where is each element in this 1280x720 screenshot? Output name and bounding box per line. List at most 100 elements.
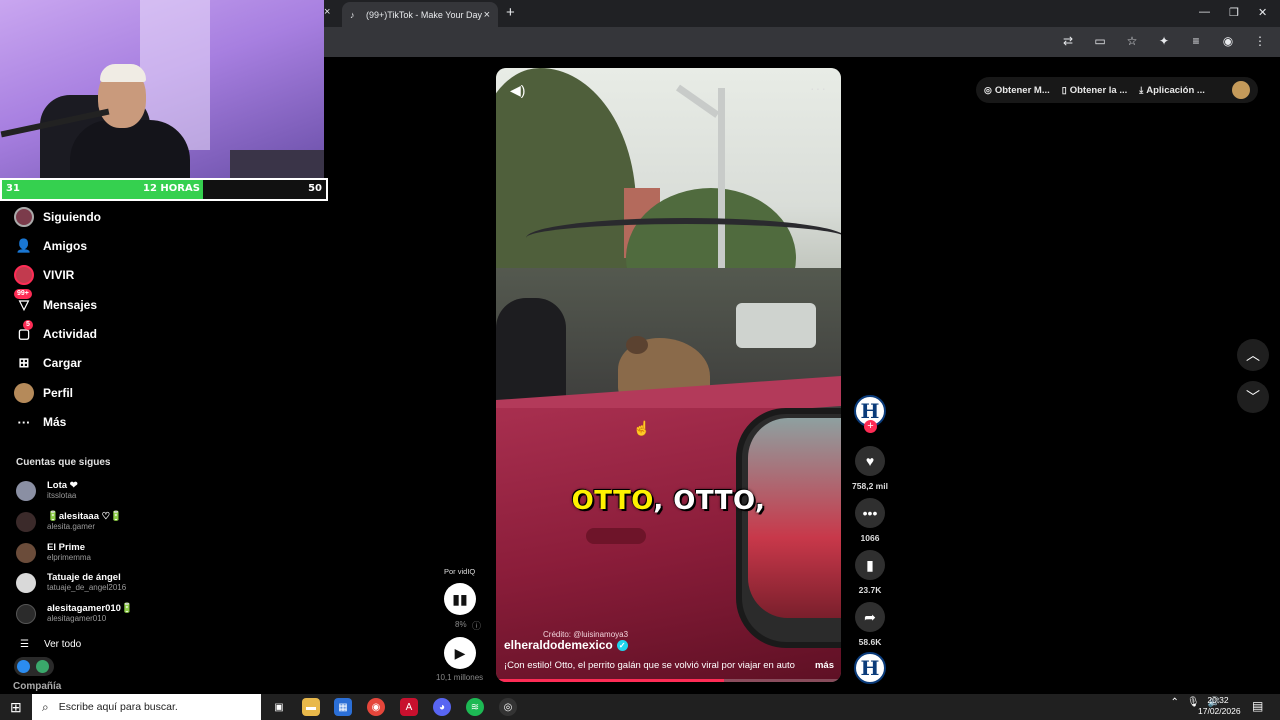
comment-button[interactable]: •••: [855, 498, 885, 528]
media-icon[interactable]: ≡: [1186, 34, 1206, 48]
sidebar-item-friends[interactable]: 👤 Amigos: [14, 236, 87, 256]
file-explorer-icon[interactable]: ▬: [302, 698, 320, 716]
get-app-button[interactable]: ▯ Obtener la ...: [1062, 85, 1128, 96]
store-icon[interactable]: ▦: [334, 698, 352, 716]
close-window-button[interactable]: ✕: [1258, 6, 1267, 19]
toggle-knob-2: [36, 660, 49, 673]
following-section-title: Cuentas que sigues: [16, 457, 111, 468]
sidebar-item-label: Siguiendo: [43, 210, 101, 224]
sidebar-item-messages[interactable]: ▽ 99+ Mensajes: [14, 289, 97, 315]
account-username: itsslotaa: [47, 491, 77, 500]
view-count: 10,1 millones: [436, 673, 484, 682]
task-view-icon[interactable]: ▣: [270, 698, 288, 716]
bookmark-star-icon[interactable]: ☆: [1122, 34, 1142, 48]
heart-icon: ♥: [865, 453, 875, 469]
sidebar-item-more[interactable]: ··· Más: [14, 412, 67, 432]
taskbar-search[interactable]: ⌕ Escribe aquí para buscar.: [32, 694, 261, 720]
sidebar-item-activity[interactable]: ▢ 5 Actividad: [14, 320, 98, 344]
get-coins-button[interactable]: ◎ Obtener M...: [984, 85, 1050, 96]
tray-chevron-up-icon[interactable]: ⌃: [1170, 697, 1178, 708]
activity-icon: ▢ 5: [14, 320, 34, 344]
account-name: alesitagamer010🔋: [47, 603, 133, 614]
browser-tab-tiktok[interactable]: ♪ (99+)TikTok - Make Your Day ×: [342, 2, 498, 27]
account-name: El Prime: [47, 542, 86, 553]
sidebar-item-label: Cargar: [43, 356, 82, 370]
menu-icon[interactable]: ⋮: [1250, 34, 1270, 48]
save-button[interactable]: ▮: [855, 550, 885, 580]
following-account[interactable]: El Prime elprimemma: [16, 542, 91, 563]
profile-icon[interactable]: ◉: [1218, 34, 1238, 48]
save-count: 23.7K: [858, 585, 882, 595]
previous-video-button[interactable]: ︿: [1237, 339, 1269, 371]
extension-toggle[interactable]: [14, 657, 54, 676]
more-link[interactable]: más: [815, 660, 834, 671]
tab-close-icon[interactable]: ×: [484, 9, 490, 21]
video-scene-dog-ear: [626, 336, 648, 354]
like-button[interactable]: ♥: [855, 446, 885, 476]
cast-icon[interactable]: ▭: [1090, 34, 1110, 48]
video-progress-fill: [496, 679, 724, 682]
company-link[interactable]: Compañía: [13, 681, 61, 692]
like-count: 758,2 mil: [852, 481, 888, 491]
taskbar-clock[interactable]: 20:32 17/02/2026: [1198, 695, 1241, 717]
webcam-person-cap: [100, 64, 146, 82]
volume-icon[interactable]: ◀): [510, 82, 525, 99]
translate-icon[interactable]: ⇄: [1058, 34, 1078, 48]
app-a-icon[interactable]: A: [400, 698, 418, 716]
stream-progress-bar: 31 12 HORAS 50: [0, 178, 328, 201]
sidebar-item-following[interactable]: Siguiendo: [14, 207, 101, 227]
info-icon[interactable]: ⓘ: [472, 619, 481, 632]
download-icon: ⤓: [1139, 84, 1144, 95]
play-button[interactable]: ▶: [444, 637, 476, 669]
account-name: 🔋alesitaaa ♡🔋: [47, 511, 122, 522]
spotify-icon[interactable]: ≋: [466, 698, 484, 716]
account-name: Tatuaje de ángel: [47, 572, 121, 583]
see-all-link[interactable]: ☰ Ver todo: [20, 639, 81, 650]
new-tab-button[interactable]: +: [506, 4, 515, 21]
minimize-button[interactable]: —: [1199, 6, 1210, 18]
author-name: elheraldodemexico: [504, 638, 613, 652]
video-author[interactable]: elheraldodemexico ✓: [504, 638, 628, 652]
follow-plus-icon[interactable]: +: [864, 420, 877, 433]
desktop-app-button[interactable]: ⤓ Aplicación ...: [1139, 85, 1205, 96]
sound-avatar[interactable]: H: [854, 652, 886, 684]
play-icon: ▶: [454, 644, 466, 661]
search-icon: ⌕: [42, 699, 49, 714]
following-account[interactable]: Lota ❤ itsslotaa: [16, 480, 78, 501]
following-account[interactable]: alesitagamer010🔋 alesitagamer010: [16, 603, 133, 624]
video-player[interactable]: OTTO, OTTO, ◀) ··· Crédito: @luisinamoya…: [496, 68, 841, 682]
share-button[interactable]: ➦: [855, 602, 885, 632]
more-options-icon[interactable]: ···: [810, 80, 827, 96]
avatar: [16, 603, 36, 624]
video-scene-van: [736, 303, 816, 348]
restore-button[interactable]: ❐: [1229, 6, 1239, 19]
sidebar-item-label: Amigos: [43, 239, 88, 253]
following-account[interactable]: Tatuaje de ángel tatuaje_de_angel2016: [16, 572, 126, 593]
video-progress-bar[interactable]: [496, 679, 841, 682]
chevron-up-icon: ︿: [1246, 347, 1260, 363]
account-username: elprimemma: [47, 553, 92, 562]
windows-start-icon[interactable]: ⊞: [10, 699, 22, 716]
description-text: ¡Con estilo! Otto, el perrito galán que …: [504, 660, 795, 671]
following-account[interactable]: 🔋alesitaaa ♡🔋 alesita.gamer: [16, 511, 122, 532]
close-tab-icon[interactable]: ×: [324, 6, 330, 18]
sidebar-item-upload[interactable]: ⊞ Cargar: [14, 353, 82, 373]
toolbar-icons: ⇄ ▭ ☆ ✦ ≡ ◉ ⋮: [1058, 34, 1270, 48]
sidebar-item-profile[interactable]: Perfil: [14, 383, 73, 403]
next-video-button[interactable]: ﹀: [1237, 381, 1269, 413]
video-scene-door-handle: [586, 528, 646, 544]
notifications-icon[interactable]: ▤: [1252, 699, 1263, 713]
sidebar-item-label: Actividad: [43, 327, 98, 341]
discord-icon[interactable]: ◕: [433, 698, 451, 716]
obs-icon[interactable]: ◎: [499, 698, 517, 716]
profile-avatar-icon: [14, 383, 34, 403]
avatar: [16, 511, 36, 532]
tab-title: (99+)TikTok - Make Your Day: [366, 9, 482, 20]
webcam-desk: [230, 150, 324, 178]
chrome-icon[interactable]: ◉: [367, 698, 385, 716]
user-avatar[interactable]: [1232, 81, 1250, 99]
vidiq-stats-button[interactable]: ▮▮: [444, 583, 476, 615]
sidebar-item-live[interactable]: VIVIR: [14, 265, 74, 285]
stream-progress-left: 31: [6, 183, 20, 194]
extensions-icon[interactable]: ✦: [1154, 34, 1174, 48]
